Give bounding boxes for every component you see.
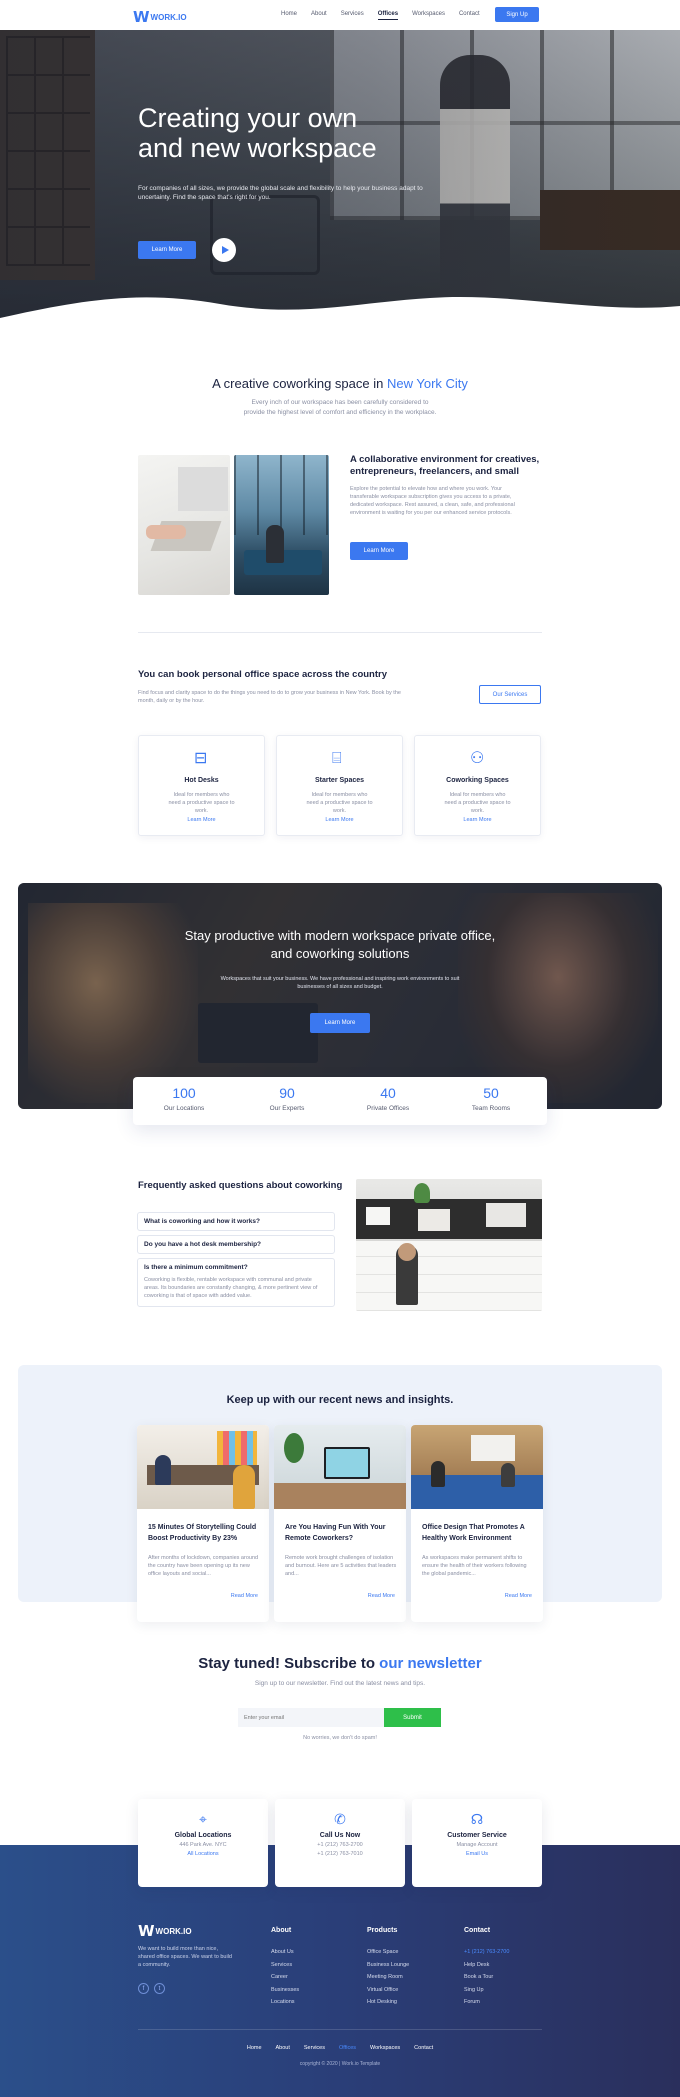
all-locations-link[interactable]: All Locations [138, 1851, 268, 1857]
logo-text: WORK.IO [150, 12, 187, 22]
nav-links: Home About Services Offices Workspaces C… [281, 11, 494, 20]
footer-logo[interactable]: W WORK.IO [138, 1922, 192, 1940]
hot-desks-learn-more-link[interactable]: Learn More [139, 817, 264, 823]
nav-link-contact[interactable]: Contact [459, 11, 480, 20]
service-card-starter-spaces[interactable]: ⌸ Starter Spaces Ideal for members who n… [276, 735, 403, 836]
footer-col-about-title: About [271, 1927, 292, 1934]
nav-link-home[interactable]: Home [281, 11, 297, 20]
stat-private-offices: 40 Private Offices [366, 1085, 410, 1112]
laptop-photo [138, 455, 230, 595]
twitter-icon[interactable]: t [154, 1983, 165, 1994]
play-icon [221, 246, 229, 254]
email-input[interactable] [238, 1708, 384, 1727]
faq-item[interactable]: Do you have a hot desk membership? [137, 1235, 335, 1254]
stat-locations: 100 Our Locations [163, 1085, 205, 1112]
social-links: f t [138, 1983, 165, 1994]
footer-about-text: We want to build more than nice, shared … [138, 1946, 232, 1968]
spam-note: No worries, we don't do spam! [303, 1735, 377, 1741]
productivity-banner [18, 883, 662, 1109]
banner-text: Workspaces that suit your business. We h… [220, 976, 460, 990]
top-nav: W WORK.IO Home About Services Offices Wo… [0, 0, 680, 30]
starter-spaces-learn-more-link[interactable]: Learn More [277, 817, 402, 823]
hero-title: Creating your own and new workspace [138, 103, 377, 163]
feature-title: A collaborative environment for creative… [350, 454, 540, 477]
play-video-button[interactable] [212, 238, 236, 262]
coworking-subtitle: Every inch of our workspace has been car… [243, 399, 437, 416]
headset-icon: ☊ [470, 1812, 484, 1828]
news-image [137, 1425, 269, 1509]
stats-box: 100 Our Locations 90 Our Experts 40 Priv… [133, 1077, 547, 1125]
hero-subtitle: For companies of all sizes, we provide t… [138, 185, 423, 201]
subscribe-subtitle: Sign up to our newsletter. Find out the … [254, 1680, 426, 1687]
contact-card-call: ✆ Call Us Now +1 (212) 763-2700 +1 (212)… [275, 1799, 405, 1887]
offices-text: Find focus and clarity space to do the t… [138, 690, 401, 704]
logo[interactable]: W WORK.IO [133, 8, 187, 26]
footer-col-contact: +1 (212) 763-2700 Help Desk Book a Tour … [464, 1949, 510, 2006]
faq-office-photo [356, 1179, 542, 1311]
facebook-icon[interactable]: f [138, 1983, 149, 1994]
divider [138, 632, 542, 633]
news-image [411, 1425, 543, 1509]
nav-link-workspaces[interactable]: Workspaces [412, 11, 445, 20]
coworking-title: A creative coworking space in New York C… [212, 376, 468, 391]
hero-wave [0, 296, 680, 332]
footer-col-about: About Us Services Career Businesses Loca… [271, 1949, 300, 2006]
footer-divider [138, 2029, 542, 2030]
footer-col-products-title: Products [367, 1927, 398, 1934]
stat-experts: 90 Our Experts [269, 1085, 305, 1112]
office-window-photo [234, 455, 329, 595]
service-card-hot-desks[interactable]: ⊟ Hot Desks Ideal for members who need a… [138, 735, 265, 836]
phone-icon: ✆ [334, 1812, 346, 1828]
feature-learn-more-button[interactable]: Learn More [350, 542, 408, 560]
faq-title: Frequently asked questions about coworki… [138, 1180, 343, 1191]
news-title: Keep up with our recent news and insight… [226, 1394, 454, 1406]
logo-mark: W [133, 8, 149, 26]
contact-card-locations: ⌖ Global Locations 446 Park Ave. NYC All… [138, 1799, 268, 1887]
news-image [274, 1425, 406, 1509]
service-card-coworking-spaces[interactable]: ⚇ Coworking Spaces Ideal for members who… [414, 735, 541, 836]
coworking-spaces-learn-more-link[interactable]: Learn More [415, 817, 540, 823]
banner-learn-more-button[interactable]: Learn More [310, 1013, 370, 1033]
signup-button[interactable]: Sign Up [495, 7, 539, 22]
feature-text: Explore the potential to elevate how and… [350, 486, 515, 516]
read-more-link[interactable]: Read More [505, 1593, 532, 1599]
nav-link-about[interactable]: About [311, 11, 327, 20]
people-icon: ⚇ [470, 748, 485, 767]
map-icon: ⌖ [199, 1812, 207, 1828]
read-more-link[interactable]: Read More [368, 1593, 395, 1599]
subscribe-title: Stay tuned! Subscribe to our newsletter [198, 1655, 482, 1672]
copyright: copyright © 2020 | Work.io Template [299, 2061, 381, 2067]
offices-title: You can book personal office space acros… [138, 669, 388, 680]
banner-title: Stay productive with modern workspace pr… [184, 928, 496, 961]
news-card[interactable]: 15 Minutes Of Storytelling Could Boost P… [137, 1425, 269, 1622]
nav-link-offices[interactable]: Offices [377, 11, 399, 20]
contact-card-customer-service: ☊ Customer Service Manage Account Email … [412, 1799, 542, 1887]
read-more-link[interactable]: Read More [231, 1593, 258, 1599]
faq-item-expanded[interactable]: Is there a minimum commitment? Coworking… [137, 1258, 335, 1307]
whiteboard-icon: ⌸ [332, 748, 342, 767]
our-services-button[interactable]: Our Services [479, 685, 541, 704]
footer-bottom-nav: Home About Services Offices Workspaces C… [246, 2045, 434, 2051]
footer-logo-text: WORK.IO [155, 1926, 192, 1936]
hero-learn-more-button[interactable]: Learn More [138, 241, 196, 259]
footer-col-products: Office Space Business Lounge Meeting Roo… [367, 1949, 410, 2006]
nav-link-services[interactable]: Services [341, 11, 364, 20]
footer-logo-mark: W [138, 1922, 154, 1940]
email-us-link[interactable]: Email Us [412, 1851, 542, 1857]
news-card[interactable]: Are You Having Fun With Your Remote Cowo… [274, 1425, 406, 1622]
submit-button[interactable]: Submit [384, 1708, 441, 1727]
footer-col-contact-title: Contact [464, 1927, 491, 1934]
news-card[interactable]: Office Design That Promotes A Healthy Wo… [411, 1425, 543, 1622]
faq-item[interactable]: What is coworking and how it works? [137, 1212, 335, 1231]
desk-icon: ⊟ [194, 748, 208, 767]
stat-team-rooms: 50 Team Rooms [471, 1085, 511, 1112]
